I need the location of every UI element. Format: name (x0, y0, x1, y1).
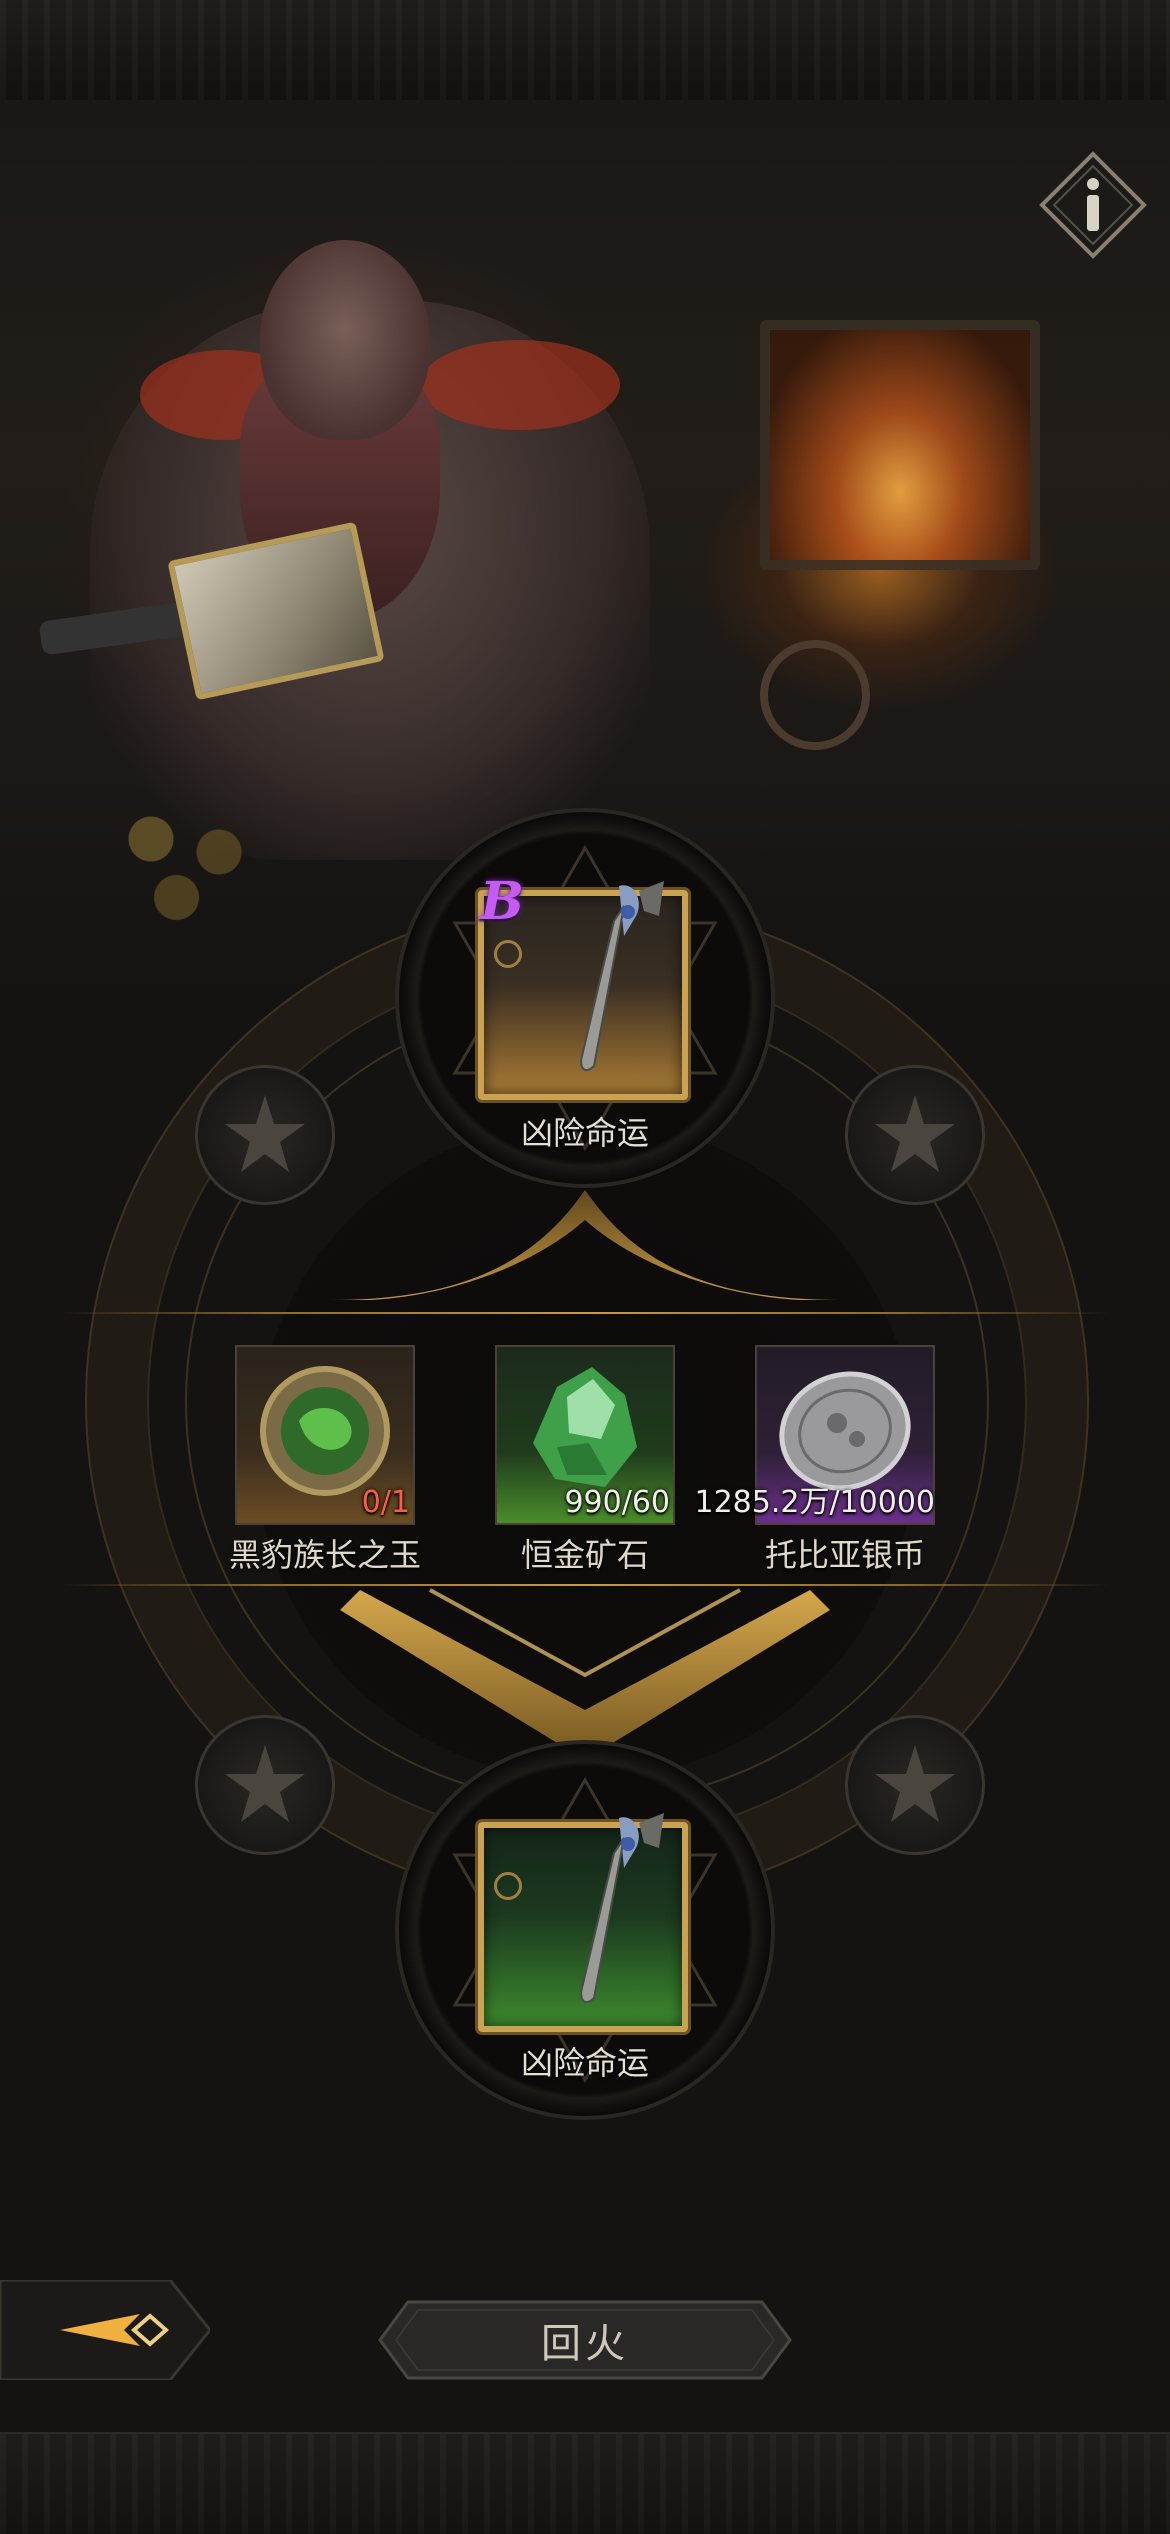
star-rune-icon (875, 1095, 955, 1172)
material-name-ore: 恒金矿石 (520, 1536, 649, 1574)
top-ornament-band (0, 0, 1170, 102)
star-rune-icon (225, 1745, 305, 1822)
material-name-coin: 托比亚银币 (764, 1536, 925, 1574)
cart-wheel (760, 640, 870, 750)
rune-medallion-top-left (195, 1065, 335, 1205)
forge-fire (760, 320, 1040, 570)
dagger-icon (580, 1813, 664, 2004)
star-rune-icon (225, 1095, 305, 1172)
back-button[interactable] (0, 2278, 212, 2382)
back-arrow-icon (0, 2278, 212, 2382)
blacksmith-fur-right (420, 340, 620, 430)
slot-indicator (494, 1872, 522, 1900)
info-button[interactable] (1038, 150, 1148, 260)
source-item-name: 凶险命运 (520, 1114, 649, 1152)
grade-badge: B (480, 871, 524, 932)
temper-button[interactable]: 回火 (378, 2300, 792, 2380)
info-icon (1039, 151, 1147, 259)
dagger-icon (580, 881, 664, 1072)
gold-chevron-bottom (340, 1588, 830, 1760)
coin-pile (100, 800, 270, 930)
bottom-ornament-band (0, 2432, 1170, 2534)
rune-medallion-bottom-left (195, 1715, 335, 1855)
material-name-jade: 黑豹族长之玉 (228, 1536, 421, 1574)
temper-button-label: 回火 (541, 2321, 629, 2367)
result-item-name: 凶险命运 (520, 2044, 649, 2082)
material-count-jade: 0/1 (361, 1485, 410, 1520)
star-rune-icon (875, 1745, 955, 1822)
blacksmith-head (260, 240, 430, 440)
rune-medallion-bottom-right (845, 1715, 985, 1855)
slot-indicator (494, 940, 522, 968)
material-count-coin: 1285.2万/10000 (694, 1485, 935, 1520)
material-count-ore: 990/60 (564, 1485, 670, 1520)
gold-divider-top (60, 1312, 1110, 1314)
result-item-slot[interactable] (478, 1813, 688, 2032)
rune-medallion-top-right (845, 1065, 985, 1205)
